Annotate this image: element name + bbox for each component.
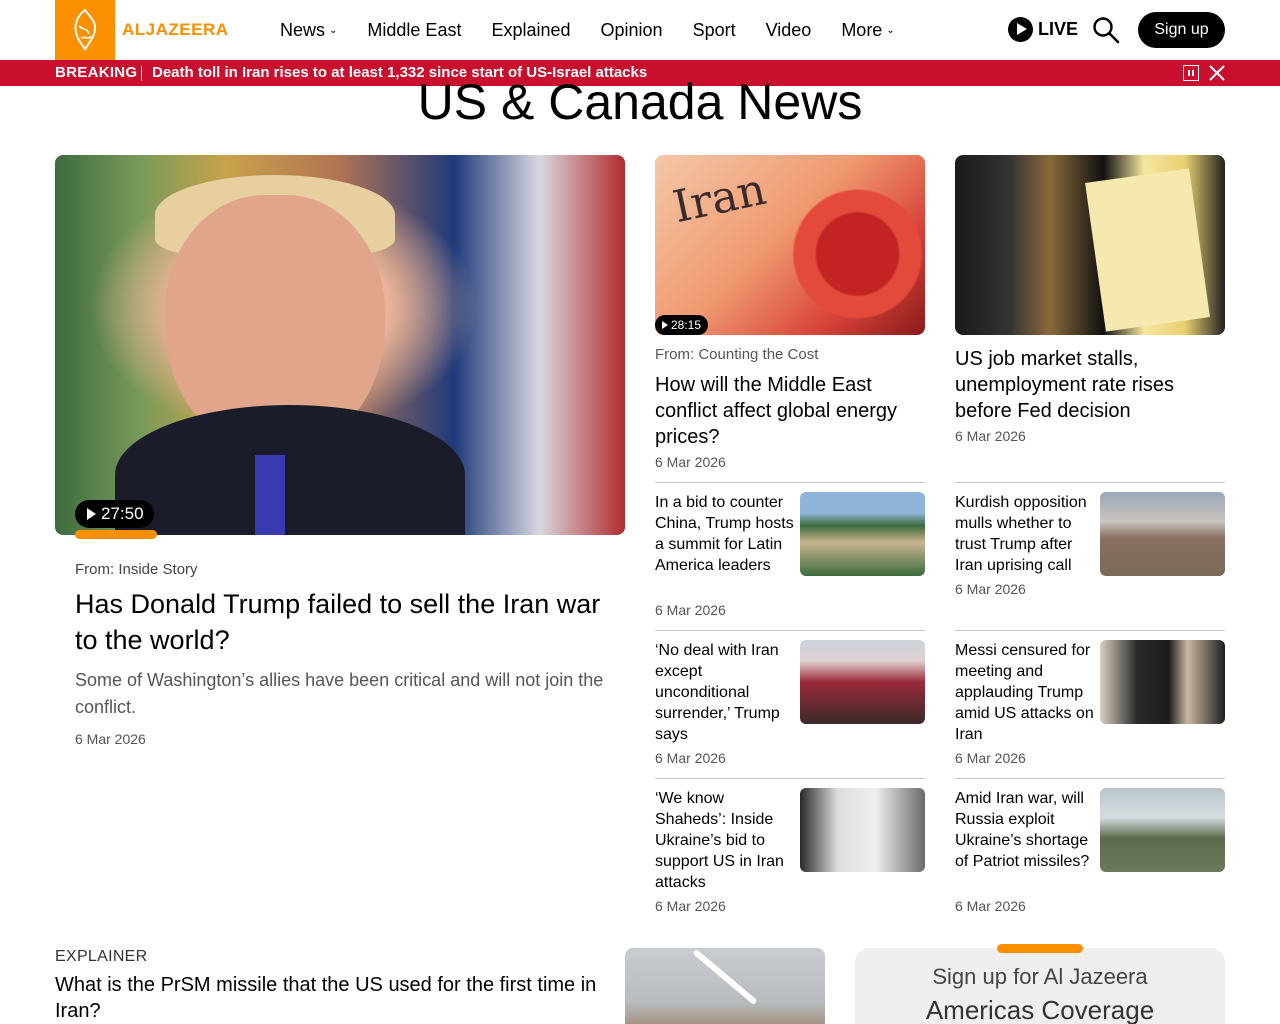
duration-text: 27:50 xyxy=(101,504,144,523)
nav-item-label: Explained xyxy=(491,19,571,40)
duration-text: 28:15 xyxy=(671,318,702,332)
list-item-thumbnail[interactable] xyxy=(1100,788,1225,872)
list-item-headline[interactable]: Amid Iran war, will Russia exploit Ukrai… xyxy=(955,788,1095,872)
list-item-thumbnail[interactable] xyxy=(1100,492,1225,576)
list-item-thumbnail[interactable] xyxy=(800,492,925,576)
nav-item-label: Sport xyxy=(692,19,736,40)
image-detail xyxy=(692,948,758,1006)
list-item-headline[interactable]: In a bid to counter China, Trump hosts a… xyxy=(655,492,795,576)
feature-summary: Some of Washington’s allies have been cr… xyxy=(75,670,604,717)
divider xyxy=(655,630,925,631)
program-source[interactable]: From: Inside Story xyxy=(75,561,198,578)
program-source[interactable]: From: Counting the Cost xyxy=(655,346,818,363)
nav-item-video[interactable]: Video xyxy=(766,20,812,41)
newsletter-title: Americas Coverage xyxy=(925,995,1155,1024)
card-image[interactable] xyxy=(955,155,1225,335)
divider xyxy=(655,778,925,779)
live-label: LIVE xyxy=(1038,19,1079,39)
list-item-headline[interactable]: ‘No deal with Iran except unconditional … xyxy=(655,640,795,745)
list-item-thumbnail[interactable] xyxy=(800,788,925,872)
search-icon[interactable] xyxy=(1092,16,1120,44)
feature-headline-link[interactable]: Has Donald Trump failed to sell the Iran… xyxy=(75,586,605,658)
list-item-headline[interactable]: ‘We know Shaheds’: Inside Ukraine’s bid … xyxy=(655,788,795,893)
card-image[interactable]: Iran xyxy=(655,155,925,335)
chevron-down-icon: ⌄ xyxy=(329,24,338,36)
site-header: ALJAZEERA News ⌄ Middle East Explained Op… xyxy=(0,0,1280,60)
page-title: US & Canada News xyxy=(417,74,863,130)
feature-date: 6 Mar 2026 xyxy=(75,731,146,747)
card-date: 6 Mar 2026 xyxy=(655,454,726,470)
signup-button[interactable]: Sign up xyxy=(1138,12,1225,48)
nav-item-middle-east[interactable]: Middle East xyxy=(367,20,461,41)
video-duration-badge[interactable]: 27:50 xyxy=(75,500,154,528)
list-item-date: 6 Mar 2026 xyxy=(955,750,1026,766)
aljazeera-logo-icon[interactable] xyxy=(55,0,115,60)
divider xyxy=(955,778,1225,779)
list-item-date: 6 Mar 2026 xyxy=(655,898,726,914)
divider xyxy=(655,482,925,483)
list-item-date: 6 Mar 2026 xyxy=(955,581,1026,597)
image-detail xyxy=(1085,168,1210,332)
explainer-image[interactable] xyxy=(625,948,825,1024)
nav-item-label: More xyxy=(841,19,883,40)
card-date: 6 Mar 2026 xyxy=(955,428,1026,444)
list-item-date: 6 Mar 2026 xyxy=(655,750,726,766)
nav-item-news[interactable]: News ⌄ xyxy=(280,20,337,41)
nav-item-label: News xyxy=(280,19,326,40)
live-button[interactable]: LIVE xyxy=(1008,17,1078,42)
nav-item-explained[interactable]: Explained xyxy=(491,20,570,41)
accent-bar xyxy=(75,530,157,539)
list-item-thumbnail[interactable] xyxy=(1100,640,1225,724)
explainer-headline-link[interactable]: What is the PrSM missile that the US use… xyxy=(55,972,605,1024)
explainer-label: EXPLAINER xyxy=(55,948,148,965)
list-item-date: 6 Mar 2026 xyxy=(655,602,726,618)
nav-item-opinion[interactable]: Opinion xyxy=(601,20,663,41)
divider xyxy=(955,482,1225,483)
image-detail xyxy=(255,455,285,535)
nav-item-sport[interactable]: Sport xyxy=(693,20,736,41)
accent-bar xyxy=(997,944,1083,953)
nav-item-label: Video xyxy=(765,19,812,40)
newsletter-heading: Sign up for Al Jazeera xyxy=(932,964,1148,989)
video-duration-badge[interactable]: 28:15 xyxy=(655,315,709,335)
nav-item-label: Middle East xyxy=(367,19,462,40)
list-item-headline[interactable]: Kurdish opposition mulls whether to trus… xyxy=(955,492,1095,576)
card-headline-link[interactable]: How will the Middle East conflict affect… xyxy=(655,372,920,450)
nav-item-more[interactable]: More ⌄ xyxy=(841,20,894,41)
card-headline-link[interactable]: US job market stalls, unemployment rate … xyxy=(955,346,1220,424)
nav-item-label: Opinion xyxy=(600,19,663,40)
list-item-date: 6 Mar 2026 xyxy=(955,898,1026,914)
play-icon xyxy=(662,321,668,329)
divider xyxy=(955,630,1225,631)
feature-image[interactable] xyxy=(55,155,625,535)
chevron-down-icon: ⌄ xyxy=(886,24,895,36)
logo-wordmark[interactable]: ALJAZEERA xyxy=(122,20,229,40)
main-nav: News ⌄ Middle East Explained Opinion Spor… xyxy=(280,0,925,60)
list-item-headline[interactable]: Messi censured for meeting and applaudin… xyxy=(955,640,1095,745)
image-detail xyxy=(115,405,465,535)
play-icon xyxy=(1008,17,1033,42)
play-icon xyxy=(87,508,96,520)
list-item-thumbnail[interactable] xyxy=(800,640,925,724)
image-text: Iran xyxy=(668,163,771,234)
